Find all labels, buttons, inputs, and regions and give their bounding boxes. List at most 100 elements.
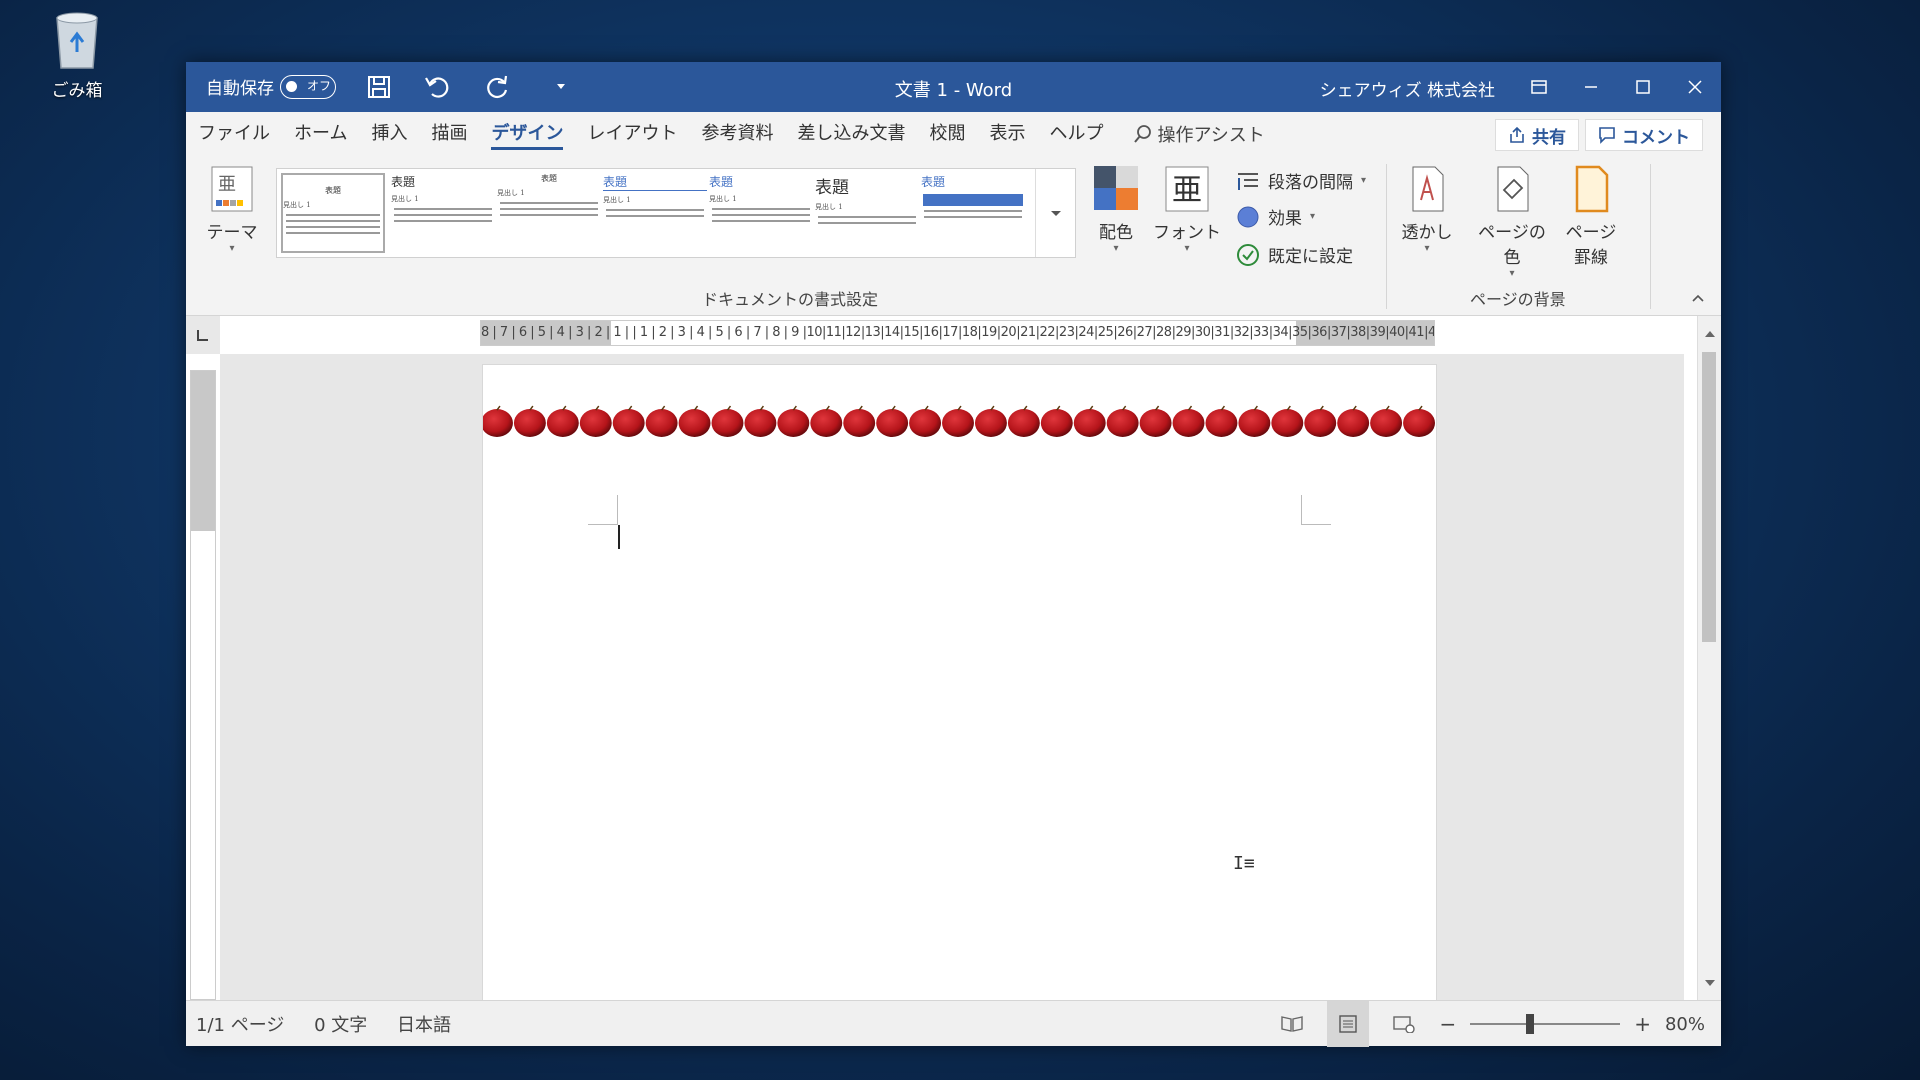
share-label: 共有 [1532,127,1566,148]
group-label-document-formatting: ドキュメントの書式設定 [702,290,879,309]
vertical-ruler[interactable] [190,370,216,1000]
page-count[interactable]: 1/1 ページ [196,1015,284,1036]
apple-border-mark [678,409,711,437]
ribbon-tabs: ファイル ホーム 挿入 描画 デザイン レイアウト 参考資料 差し込み文書 校閲… [186,112,1721,156]
tab-layout[interactable]: レイアウト [575,112,689,156]
style-set-thumb[interactable]: 表題 見出し 1 [603,173,707,253]
tab-file[interactable]: ファイル [186,112,282,156]
horizontal-ruler[interactable]: 8 | 7 | 6 | 5 | 4 | 3 | 2 | 1 | | 1 | 2 … [480,320,1435,346]
apple-border-mark [711,409,744,437]
autosave-state: オフ [307,78,332,93]
fonts-icon: 亜 [1163,164,1211,214]
document-page[interactable]: I≡ [482,364,1437,1004]
document-canvas: I≡ [220,354,1684,1004]
group-separator [1650,164,1651,309]
fonts-button[interactable]: 亜 フォント ▾ [1152,164,1222,254]
organization-name: シェアウィズ 株式会社 [1319,81,1495,101]
apple-border-mark [942,409,974,437]
apple-border-mark [1040,409,1073,437]
scroll-up-icon[interactable] [1704,324,1716,343]
themes-icon: 亜 [208,164,256,214]
themes-button[interactable]: 亜 テーマ ▾ [202,164,262,254]
scroll-down-icon[interactable] [1704,973,1716,992]
colors-button[interactable]: 配色 ▾ [1086,164,1146,254]
style-set-thumb[interactable]: 表題 見出し 1 [391,173,495,253]
tab-design[interactable]: デザイン [479,112,575,156]
save-icon[interactable] [366,74,394,100]
web-layout-icon [1393,1016,1416,1033]
apple-border-mark [546,409,579,437]
fonts-label: フォント [1153,223,1221,243]
share-button[interactable]: 共有 [1495,119,1579,151]
watermark-button[interactable]: 透かし ▾ [1396,164,1458,254]
mouse-ibeam-cursor: I≡ [1233,853,1255,874]
effects-button[interactable]: 効果 ▾ [1236,204,1315,229]
ribbon-display-options-icon[interactable] [1513,62,1565,112]
zoom-level[interactable]: 80% [1665,1014,1705,1035]
read-mode-icon [1281,1016,1304,1032]
recycle-bin-icon [51,8,103,70]
redo-icon[interactable] [484,74,512,100]
zoom-out-icon[interactable]: − [1439,1012,1456,1036]
print-layout-icon [1339,1015,1358,1033]
apple-border-mark [909,409,942,437]
scrollbar-thumb[interactable] [1702,352,1716,642]
page-borders-icon [1567,164,1615,214]
tab-view[interactable]: 表示 [977,112,1037,156]
page-color-label: ページの色 [1478,223,1546,268]
vertical-scrollbar[interactable] [1697,316,1721,1000]
autosave-toggle[interactable]: 自動保存 オフ [206,74,336,99]
tab-help[interactable]: ヘルプ [1037,112,1115,156]
chevron-down-icon [1050,211,1061,216]
print-layout-button[interactable] [1327,1001,1370,1047]
tab-insert[interactable]: 挿入 [359,112,419,156]
page-borders-button[interactable]: ページ 罫線 [1560,164,1622,268]
word-count[interactable]: 0 文字 [314,1015,367,1036]
checkmark-circle-icon [1237,243,1259,266]
apple-border-mark [612,409,645,437]
collapse-ribbon-icon[interactable] [1691,288,1705,307]
gallery-more-button[interactable] [1035,169,1075,257]
themes-label: テーマ [206,223,258,243]
apple-border-mark [810,409,843,437]
tab-review[interactable]: 校閲 [917,112,977,156]
tab-mailings[interactable]: 差し込み文書 [785,112,917,156]
web-layout-button[interactable] [1383,1001,1425,1047]
page-color-button[interactable]: ページの色 ▾ [1470,164,1554,279]
ribbon-design: 亜 テーマ ▾ 表題 見出し 1 表題 見出し 1 表題 見出し 1 表題 見出… [186,156,1721,316]
tab-home[interactable]: ホーム [282,112,359,156]
undo-icon[interactable] [424,74,452,100]
recycle-bin[interactable]: ごみ箱 [40,8,114,101]
style-set-thumb[interactable]: 表題 見出し 1 [709,173,813,253]
paragraph-spacing-button[interactable]: 段落の間隔 ▾ [1236,168,1366,193]
close-icon[interactable] [1669,62,1721,112]
page-borders-label-2: 罫線 [1574,248,1608,268]
apple-border-mark [1271,409,1304,437]
zoom-slider-thumb[interactable] [1526,1014,1535,1034]
tab-selector[interactable] [186,316,220,354]
style-set-gallery: 表題 見出し 1 表題 見出し 1 表題 見出し 1 表題 見出し 1 表題 見… [276,168,1076,258]
paragraph-spacing-label: 段落の間隔 [1268,173,1353,193]
zoom-slider[interactable] [1470,1014,1621,1034]
zoom-in-icon[interactable]: + [1634,1012,1651,1036]
style-set-thumb[interactable]: 表題 見出し 1 [815,173,919,253]
share-icon [1510,126,1524,143]
apple-border-mark [1172,409,1205,437]
style-set-thumb[interactable]: 表題 見出し 1 [281,173,385,253]
maximize-icon[interactable] [1617,62,1669,112]
comments-button[interactable]: コメント [1585,119,1703,151]
tab-references[interactable]: 参考資料 [689,112,785,156]
language-indicator[interactable]: 日本語 [397,1015,451,1036]
tell-me-search[interactable]: 操作アシスト [1133,121,1265,147]
apple-border-mark [645,409,678,437]
search-icon [1134,125,1152,143]
style-set-thumb[interactable]: 表題 [921,173,1025,253]
apple-border-mark [1205,409,1238,437]
tab-draw[interactable]: 描画 [419,112,479,156]
set-as-default-button[interactable]: 既定に設定 [1236,242,1353,267]
autosave-switch[interactable]: オフ [280,74,336,99]
read-mode-button[interactable] [1271,1001,1313,1047]
style-set-thumb[interactable]: 表題 見出し 1 [497,173,601,253]
minimize-icon[interactable] [1565,62,1617,112]
customize-qat-icon[interactable] [554,78,582,104]
